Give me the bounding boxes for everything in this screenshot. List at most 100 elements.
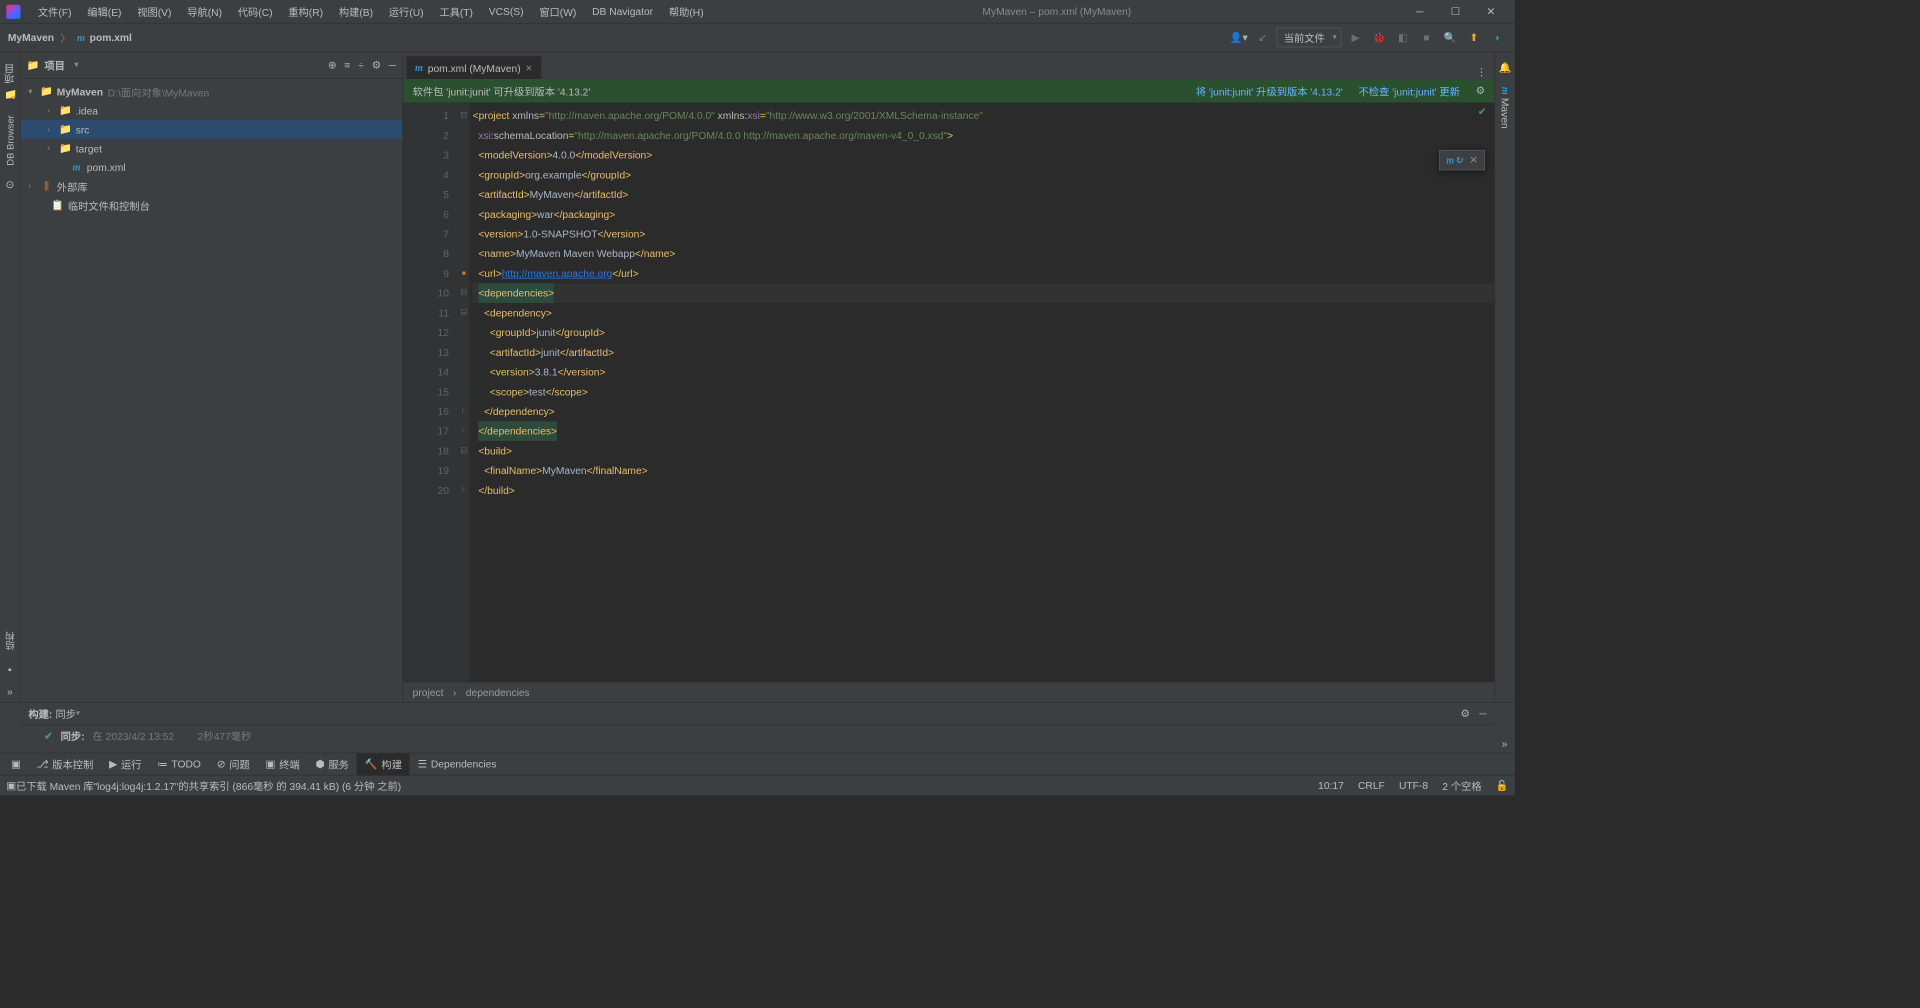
menu-refactor[interactable]: 重构(R) bbox=[280, 0, 331, 23]
tree-item-src[interactable]: ›📁 src bbox=[21, 120, 403, 139]
notifications-icon[interactable]: 🔔 bbox=[1499, 62, 1512, 75]
build-hide-icon[interactable]: ─ bbox=[1479, 707, 1486, 720]
tool-tab-services[interactable]: ⬢ 服务 bbox=[308, 753, 357, 775]
minimize-button[interactable]: ─ bbox=[1402, 0, 1438, 23]
tool-tab-vcs[interactable]: ⎇ 版本控制 bbox=[29, 753, 102, 775]
menu-tools[interactable]: 工具(T) bbox=[431, 0, 480, 23]
menu-edit[interactable]: 编辑(E) bbox=[79, 0, 129, 23]
banner-action-upgrade[interactable]: 将 'junit:junit' 升级到版本 '4.13.2' bbox=[1196, 83, 1343, 98]
user-icon[interactable]: 👤▾ bbox=[1229, 28, 1248, 47]
status-indent[interactable]: 2 个空格 bbox=[1442, 778, 1481, 793]
tab-options-icon[interactable]: ⋮ bbox=[1476, 66, 1486, 79]
left-tool-stripe: 📁项目 DB Browser ⊙ 结构 ▪ » bbox=[0, 52, 21, 702]
search-icon[interactable]: 🔍 bbox=[1441, 28, 1460, 47]
expand-all-icon[interactable]: ≡ bbox=[344, 59, 350, 72]
tree-root[interactable]: ▾📁 MyMaven D:\面向对象\MyMaven bbox=[21, 82, 403, 101]
menu-dbnav[interactable]: DB Navigator bbox=[584, 0, 661, 23]
fold-gutter[interactable]: ⊟ ●⊟⊟ ⊦⊦⊟⊦ bbox=[458, 103, 469, 682]
code-with-me-icon[interactable]: ◗ bbox=[1488, 28, 1507, 47]
menu-build[interactable]: 构建(B) bbox=[331, 0, 381, 23]
build-header: 构建: 同步 ▾ ⚙ ─ bbox=[21, 703, 1495, 725]
left-tab-project[interactable]: 📁项目 bbox=[1, 55, 19, 107]
left-tab-structure[interactable]: 结构 bbox=[2, 623, 19, 658]
vcs-update-icon[interactable]: ↙ bbox=[1253, 28, 1272, 47]
tree-item-target[interactable]: ›📁 target bbox=[21, 139, 403, 158]
build-tab-sync[interactable]: 同步 bbox=[56, 706, 77, 721]
maximize-button[interactable]: ☐ bbox=[1438, 0, 1474, 23]
window-title: MyMaven – pom.xml (MyMaven) bbox=[712, 6, 1403, 18]
settings-icon[interactable]: ⚙ bbox=[372, 59, 381, 72]
crumb-dependencies[interactable]: dependencies bbox=[466, 686, 530, 698]
success-icon: ✔ bbox=[44, 729, 53, 742]
coverage-button[interactable]: ◧ bbox=[1393, 28, 1412, 47]
run-button[interactable]: ▶ bbox=[1346, 28, 1365, 47]
close-tab-icon[interactable]: ✕ bbox=[525, 63, 532, 73]
right-tab-maven[interactable]: mMaven bbox=[1497, 79, 1513, 137]
project-panel-title[interactable]: 📁 项目 bbox=[27, 58, 78, 73]
navbar: MyMaven 〉 m pom.xml 👤▾ ↙ 当前文件 ▶ 🐞 ◧ ■ 🔍 … bbox=[0, 24, 1515, 52]
code-editor[interactable]: 12345678910 11121314151617181920 ⊟ ●⊟⊟ ⊦… bbox=[403, 103, 1494, 682]
status-position[interactable]: 10:17 bbox=[1318, 780, 1344, 792]
menu-code[interactable]: 代码(C) bbox=[230, 0, 281, 23]
tab-pom[interactable]: m pom.xml (MyMaven) ✕ bbox=[406, 56, 541, 79]
editor-area: m pom.xml (MyMaven) ✕ ⋮ 软件包 'junit:junit… bbox=[403, 52, 1494, 702]
collapse-all-icon[interactable]: ÷ bbox=[358, 59, 364, 72]
tool-tab-todo[interactable]: ≔ TODO bbox=[149, 753, 208, 775]
run-config-dropdown[interactable]: 当前文件 bbox=[1277, 28, 1342, 48]
breadcrumb-file[interactable]: pom.xml bbox=[90, 32, 132, 44]
tree-item-pom[interactable]: m pom.xml bbox=[21, 158, 403, 177]
more-icon[interactable]: » bbox=[4, 685, 17, 698]
crumb-project[interactable]: project bbox=[413, 686, 444, 698]
tree-scratches[interactable]: 📋 临时文件和控制台 bbox=[21, 196, 403, 215]
sync-status-row[interactable]: ✔ 同步: 在 2023/4/2 13:52 2秒477毫秒 bbox=[21, 725, 1495, 746]
titlebar: 文件(F) 编辑(E) 视图(V) 导航(N) 代码(C) 重构(R) 构建(B… bbox=[0, 0, 1515, 24]
code-content[interactable]: <project xmlns="http://maven.apache.org/… bbox=[469, 103, 1494, 682]
status-message-icon: ▣ bbox=[6, 779, 16, 792]
tool-tab-deps[interactable]: ☰ Dependencies bbox=[410, 753, 505, 775]
close-button[interactable]: ✕ bbox=[1473, 0, 1509, 23]
bookmarks-icon[interactable]: ▪ bbox=[4, 663, 17, 676]
breadcrumb-root[interactable]: MyMaven bbox=[8, 32, 54, 44]
chevron-right-icon: › bbox=[453, 686, 456, 698]
banner-action-ignore[interactable]: 不检查 'junit:junit' 更新 bbox=[1359, 83, 1460, 98]
menu-file[interactable]: 文件(F) bbox=[30, 0, 79, 23]
banner-settings-icon[interactable]: ⚙ bbox=[1476, 84, 1485, 97]
commit-icon[interactable]: ⊙ bbox=[4, 178, 17, 191]
tree-external-libs[interactable]: ›⫼ 外部库 bbox=[21, 177, 403, 196]
stop-button[interactable]: ■ bbox=[1417, 28, 1436, 47]
menu-window[interactable]: 窗口(W) bbox=[531, 0, 584, 23]
tool-tab-square[interactable]: ▣ bbox=[3, 753, 28, 775]
menu-run[interactable]: 运行(U) bbox=[381, 0, 432, 23]
tool-tab-problems[interactable]: ⊘ 问题 bbox=[209, 753, 258, 775]
status-eol[interactable]: CRLF bbox=[1358, 780, 1385, 792]
editor-breadcrumbs: project › dependencies bbox=[403, 682, 1494, 703]
inspection-banner: 软件包 'junit:junit' 可升级到版本 '4.13.2' 将 'jun… bbox=[403, 79, 1494, 103]
menu-help[interactable]: 帮助(H) bbox=[661, 0, 712, 23]
project-tool-window: 📁 项目 ⊕ ≡ ÷ ⚙ ─ ▾📁 MyMaven D:\面向对象\MyMave… bbox=[21, 52, 404, 702]
chevron-down-icon: ▾ bbox=[76, 709, 80, 718]
status-message: 已下载 Maven 库"log4j:log4j:1.2.17"的共享索引 (86… bbox=[16, 778, 401, 793]
status-readonly-icon[interactable]: 🔓 bbox=[1496, 779, 1509, 792]
maven-icon: m bbox=[415, 62, 423, 75]
menu-navigate[interactable]: 导航(N) bbox=[179, 0, 230, 23]
left-tab-db-browser[interactable]: DB Browser bbox=[3, 107, 17, 173]
inspection-ok-icon[interactable]: ✔ bbox=[1478, 106, 1487, 119]
tree-item-idea[interactable]: ›📁 .idea bbox=[21, 101, 403, 120]
hide-panel-icon[interactable]: ─ bbox=[389, 59, 396, 72]
build-tool-window: 构建: 同步 ▾ ⚙ ─ ✔ 同步: 在 2023/4/2 13:52 2秒47… bbox=[0, 702, 1515, 752]
right-tool-stripe: 🔔 mMaven bbox=[1494, 52, 1515, 702]
status-encoding[interactable]: UTF-8 bbox=[1399, 780, 1428, 792]
tool-tab-run[interactable]: ▶ 运行 bbox=[101, 753, 149, 775]
debug-button[interactable]: 🐞 bbox=[1370, 28, 1389, 47]
update-icon[interactable]: ⬆ bbox=[1464, 28, 1483, 47]
popup-close-icon[interactable]: ✕ bbox=[1469, 154, 1478, 167]
breadcrumb: MyMaven 〉 m pom.xml bbox=[8, 30, 132, 45]
more-tools-icon[interactable]: » bbox=[1502, 738, 1508, 750]
tool-tab-terminal[interactable]: ▣ 终端 bbox=[258, 753, 308, 775]
select-opened-file-icon[interactable]: ⊕ bbox=[328, 59, 337, 72]
menu-view[interactable]: 视图(V) bbox=[129, 0, 179, 23]
build-settings-icon[interactable]: ⚙ bbox=[1461, 707, 1470, 720]
menu-vcs[interactable]: VCS(S) bbox=[481, 0, 532, 23]
maven-reload-icon[interactable]: m↻ bbox=[1446, 154, 1463, 167]
tool-tab-build[interactable]: 🔨 构建 bbox=[357, 753, 410, 775]
